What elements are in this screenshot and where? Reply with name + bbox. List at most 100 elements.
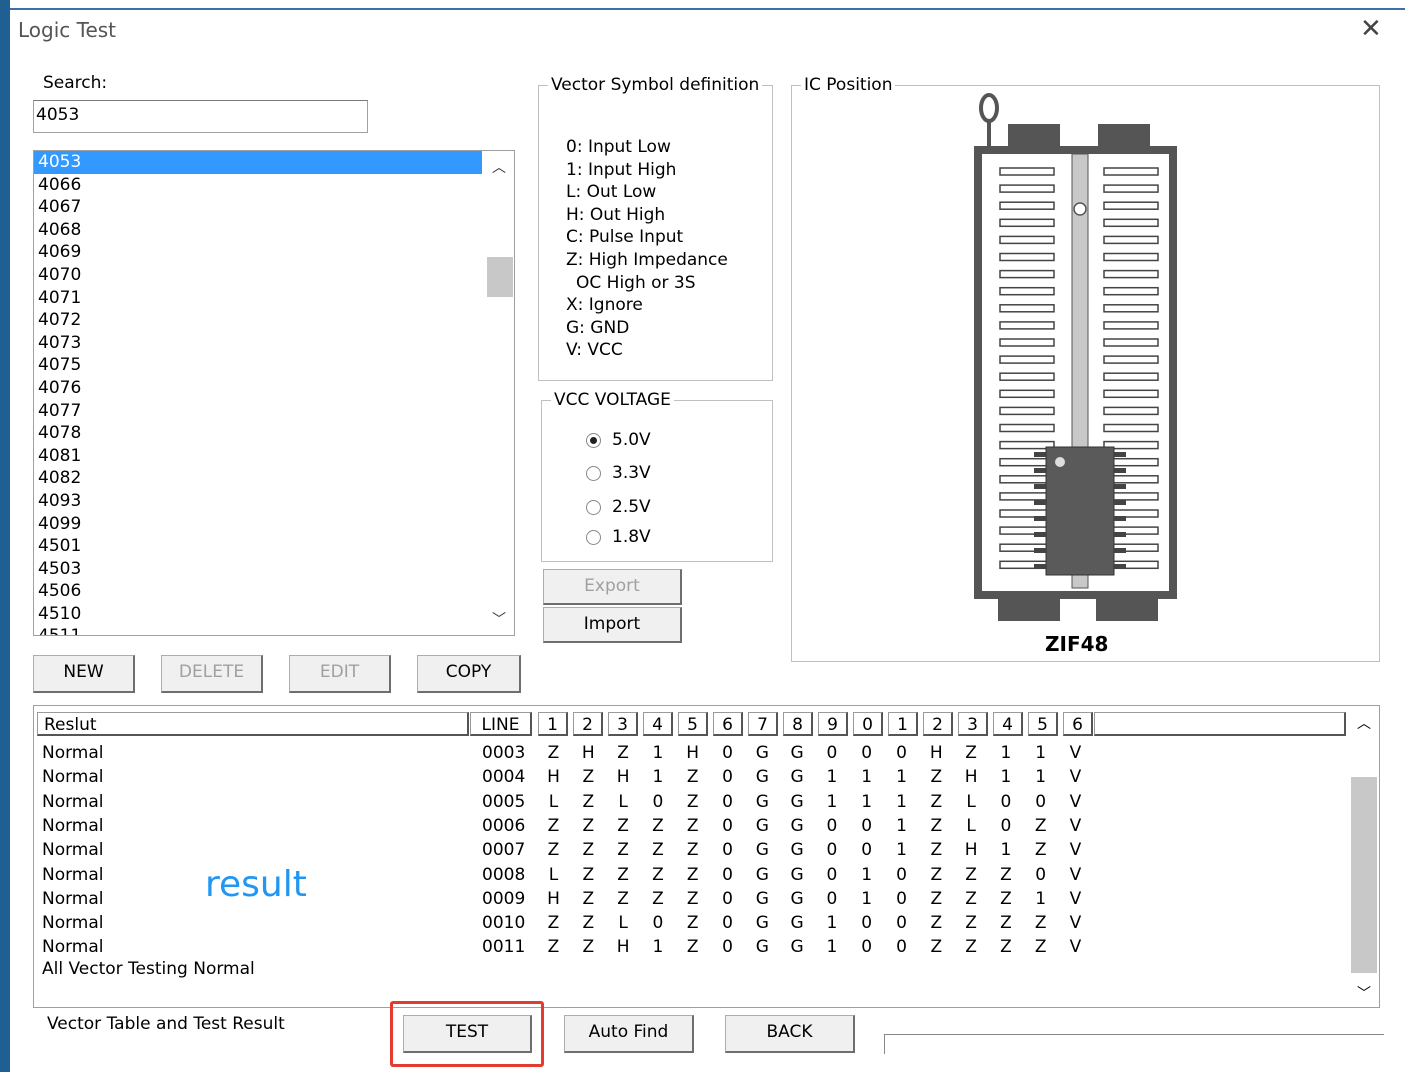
ic-list-item[interactable]: 4077 [34, 400, 482, 423]
row-vector-value: H [686, 743, 700, 763]
ic-list-item[interactable]: 4072 [34, 309, 482, 332]
import-button[interactable]: Import [543, 607, 682, 643]
row-vector-value: Z [582, 767, 595, 788]
back-button[interactable]: BACK [725, 1015, 855, 1053]
row-vector-value: Z [965, 864, 977, 885]
column-header[interactable]: 3 [608, 712, 638, 736]
row-vector-value: Z [582, 913, 595, 934]
ic-list[interactable]: 4053 4066 4067 4068 4069 4070 4071 4072 4073 4075… [33, 150, 515, 636]
row-vector-value: 0 [896, 913, 907, 934]
row-result: Normal [42, 888, 104, 909]
column-header[interactable]: 9 [818, 712, 848, 736]
socket-pin [1103, 406, 1159, 416]
column-header[interactable]: Reslut [37, 712, 469, 736]
socket-pin [1103, 269, 1159, 279]
row-vector-value: V [1069, 767, 1082, 788]
scroll-down-icon[interactable]: ﹀ [484, 609, 514, 629]
scroll-down-icon[interactable]: ﹀ [1349, 983, 1379, 1003]
socket-pin [999, 423, 1055, 433]
ic-list-item[interactable]: 4068 [34, 219, 482, 242]
column-header[interactable]: 5 [1028, 712, 1058, 736]
ic-list-item[interactable]: 4503 [34, 558, 482, 581]
pin1-marker-icon [1073, 202, 1087, 216]
ic-list-item[interactable]: 4073 [34, 332, 482, 355]
export-button[interactable]: Export [543, 569, 682, 605]
vcc-radio[interactable] [586, 500, 601, 515]
ic-list-item[interactable]: 4082 [34, 467, 482, 490]
socket-pin [999, 406, 1055, 416]
column-header[interactable]: LINE [470, 712, 532, 736]
auto-find-button[interactable]: Auto Find [564, 1015, 694, 1053]
row-vector-value: V [1069, 888, 1082, 909]
column-header[interactable]: 6 [1063, 712, 1093, 736]
column-header[interactable]: 7 [748, 712, 778, 736]
column-header[interactable]: 2 [573, 712, 603, 736]
row-result: Normal [42, 840, 104, 861]
vcc-radio[interactable] [586, 433, 601, 448]
column-header[interactable]: 5 [678, 712, 708, 736]
row-vector-value: H [964, 840, 978, 861]
row-vector-value: L [548, 791, 559, 812]
vector-symbol-line: 0: Input Low [566, 137, 671, 157]
ic-list-scrollbar[interactable]: ︿ ﹀ [484, 151, 514, 635]
ic-list-item[interactable]: 4066 [34, 174, 482, 197]
search-input[interactable]: 4053 [33, 100, 368, 133]
scroll-up-icon[interactable]: ︿ [484, 157, 514, 177]
delete-button[interactable]: DELETE [161, 655, 263, 693]
row-vector-value: Z [582, 840, 595, 861]
ic-pin [1034, 516, 1046, 521]
column-header[interactable]: 6 [713, 712, 743, 736]
ic-list-item[interactable]: 4510 [34, 603, 482, 626]
ic-list-item[interactable]: 4076 [34, 377, 482, 400]
column-header[interactable]: 1 [538, 712, 568, 736]
column-header[interactable]: 3 [958, 712, 988, 736]
scroll-thumb[interactable] [1351, 777, 1377, 973]
ic-list-item[interactable]: 4093 [34, 490, 482, 513]
window-title: Logic Test [18, 18, 117, 42]
column-header[interactable]: 8 [783, 712, 813, 736]
ic-list-item[interactable]: 4071 [34, 287, 482, 310]
ic-pin [1034, 452, 1046, 457]
row-vector-value: Z [1000, 913, 1012, 934]
vcc-radio[interactable] [586, 466, 601, 481]
ic-list-item[interactable]: 4053 [34, 151, 482, 174]
row-vector-value: V [1069, 937, 1082, 958]
vcc-radio[interactable] [586, 530, 601, 545]
column-header[interactable]: 4 [993, 712, 1023, 736]
ic-list-item[interactable]: 4067 [34, 196, 482, 219]
socket-pin [1103, 218, 1159, 228]
ic-list-item[interactable]: 4075 [34, 354, 482, 377]
ic-list-item[interactable]: 4069 [34, 241, 482, 264]
ic-list-item[interactable]: 4501 [34, 535, 482, 558]
row-vector-value: Z [1034, 840, 1047, 861]
row-vector-value: 0 [826, 840, 838, 861]
row-vector-value: G [755, 840, 769, 861]
column-header[interactable]: 4 [643, 712, 673, 736]
row-vector-value: G [755, 767, 769, 788]
ic-list-item[interactable]: 4099 [34, 513, 482, 536]
socket-pin [999, 372, 1055, 381]
scroll-up-icon[interactable]: ︿ [1349, 713, 1379, 733]
column-header[interactable]: 0 [853, 712, 883, 736]
socket-pin [1103, 389, 1159, 399]
row-vector-value: Z [652, 840, 664, 861]
row-line: 0007 [482, 840, 526, 861]
column-header[interactable]: 1 [888, 712, 918, 736]
close-icon[interactable]: ✕ [1360, 16, 1382, 42]
row-result: Normal [42, 743, 104, 763]
lever-handle-icon [979, 93, 999, 123]
ic-list-item[interactable]: 4506 [34, 580, 482, 603]
column-header[interactable]: 2 [923, 712, 953, 736]
result-scrollbar[interactable]: ︿ ﹀ [1349, 707, 1379, 1006]
edit-button[interactable]: EDIT [289, 655, 391, 693]
ic-list-item[interactable]: 4070 [34, 264, 482, 287]
vcc-option-label: 3.3V [612, 463, 651, 483]
ic-list-item[interactable]: 4078 [34, 422, 482, 445]
scroll-thumb[interactable] [487, 257, 513, 297]
copy-button[interactable]: COPY [417, 655, 521, 693]
ic-pin [1034, 548, 1046, 553]
ic-list-item[interactable]: 4511 [34, 625, 482, 635]
ic-list-item[interactable]: 4081 [34, 445, 482, 468]
row-vector-value: 1 [826, 767, 838, 788]
new-button[interactable]: NEW [33, 655, 135, 693]
